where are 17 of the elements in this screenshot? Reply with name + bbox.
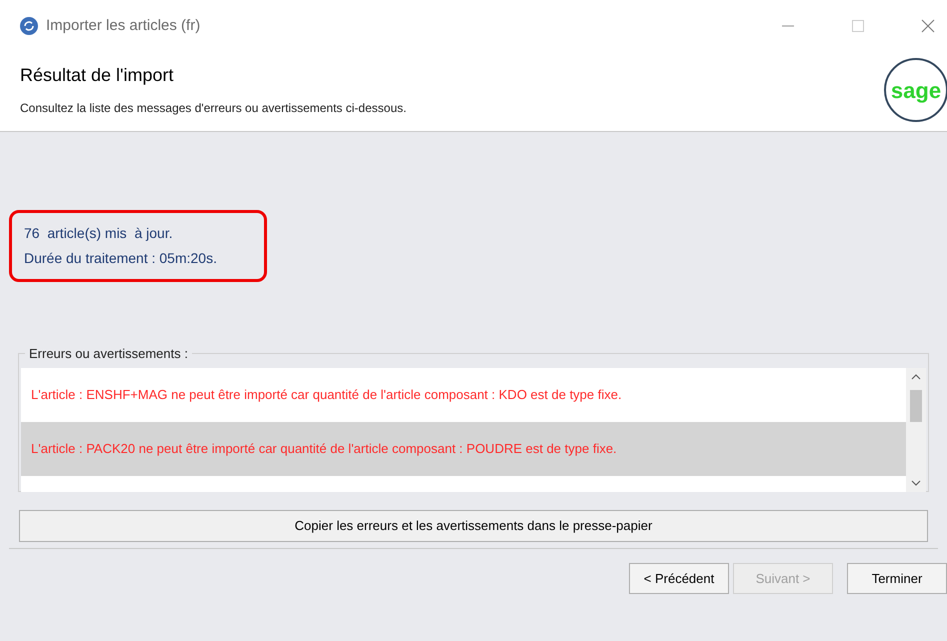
- group-label: Erreurs ou avertissements :: [28, 345, 189, 363]
- result-text: Durée du traitement : 05m:20s.: [24, 249, 218, 268]
- close-icon[interactable]: [921, 19, 935, 33]
- page-subtitle: Consultez la liste des messages d'erreurs ou avertissements ci-dessous.: [20, 100, 406, 117]
- scrollbar[interactable]: [906, 368, 926, 492]
- scroll-up-icon[interactable]: [911, 372, 921, 382]
- result-text: 76 article(s) mis à jour.: [24, 224, 174, 243]
- copy-button[interactable]: Copier les erreurs et les avertissements dans le presse-papier: [19, 510, 928, 542]
- wizard-button[interactable]: < Précédent: [629, 563, 729, 594]
- maximize-icon[interactable]: [851, 19, 865, 33]
- scroll-thumb[interactable]: [910, 390, 922, 422]
- page-title: Résultat de l'import: [20, 64, 175, 87]
- scroll-down-icon[interactable]: [911, 478, 921, 488]
- window-title: Importer les articles (fr): [46, 16, 200, 36]
- wizard-button[interactable]: Terminer: [847, 563, 947, 594]
- logo: sage: [884, 58, 947, 122]
- app-icon: [20, 17, 38, 35]
